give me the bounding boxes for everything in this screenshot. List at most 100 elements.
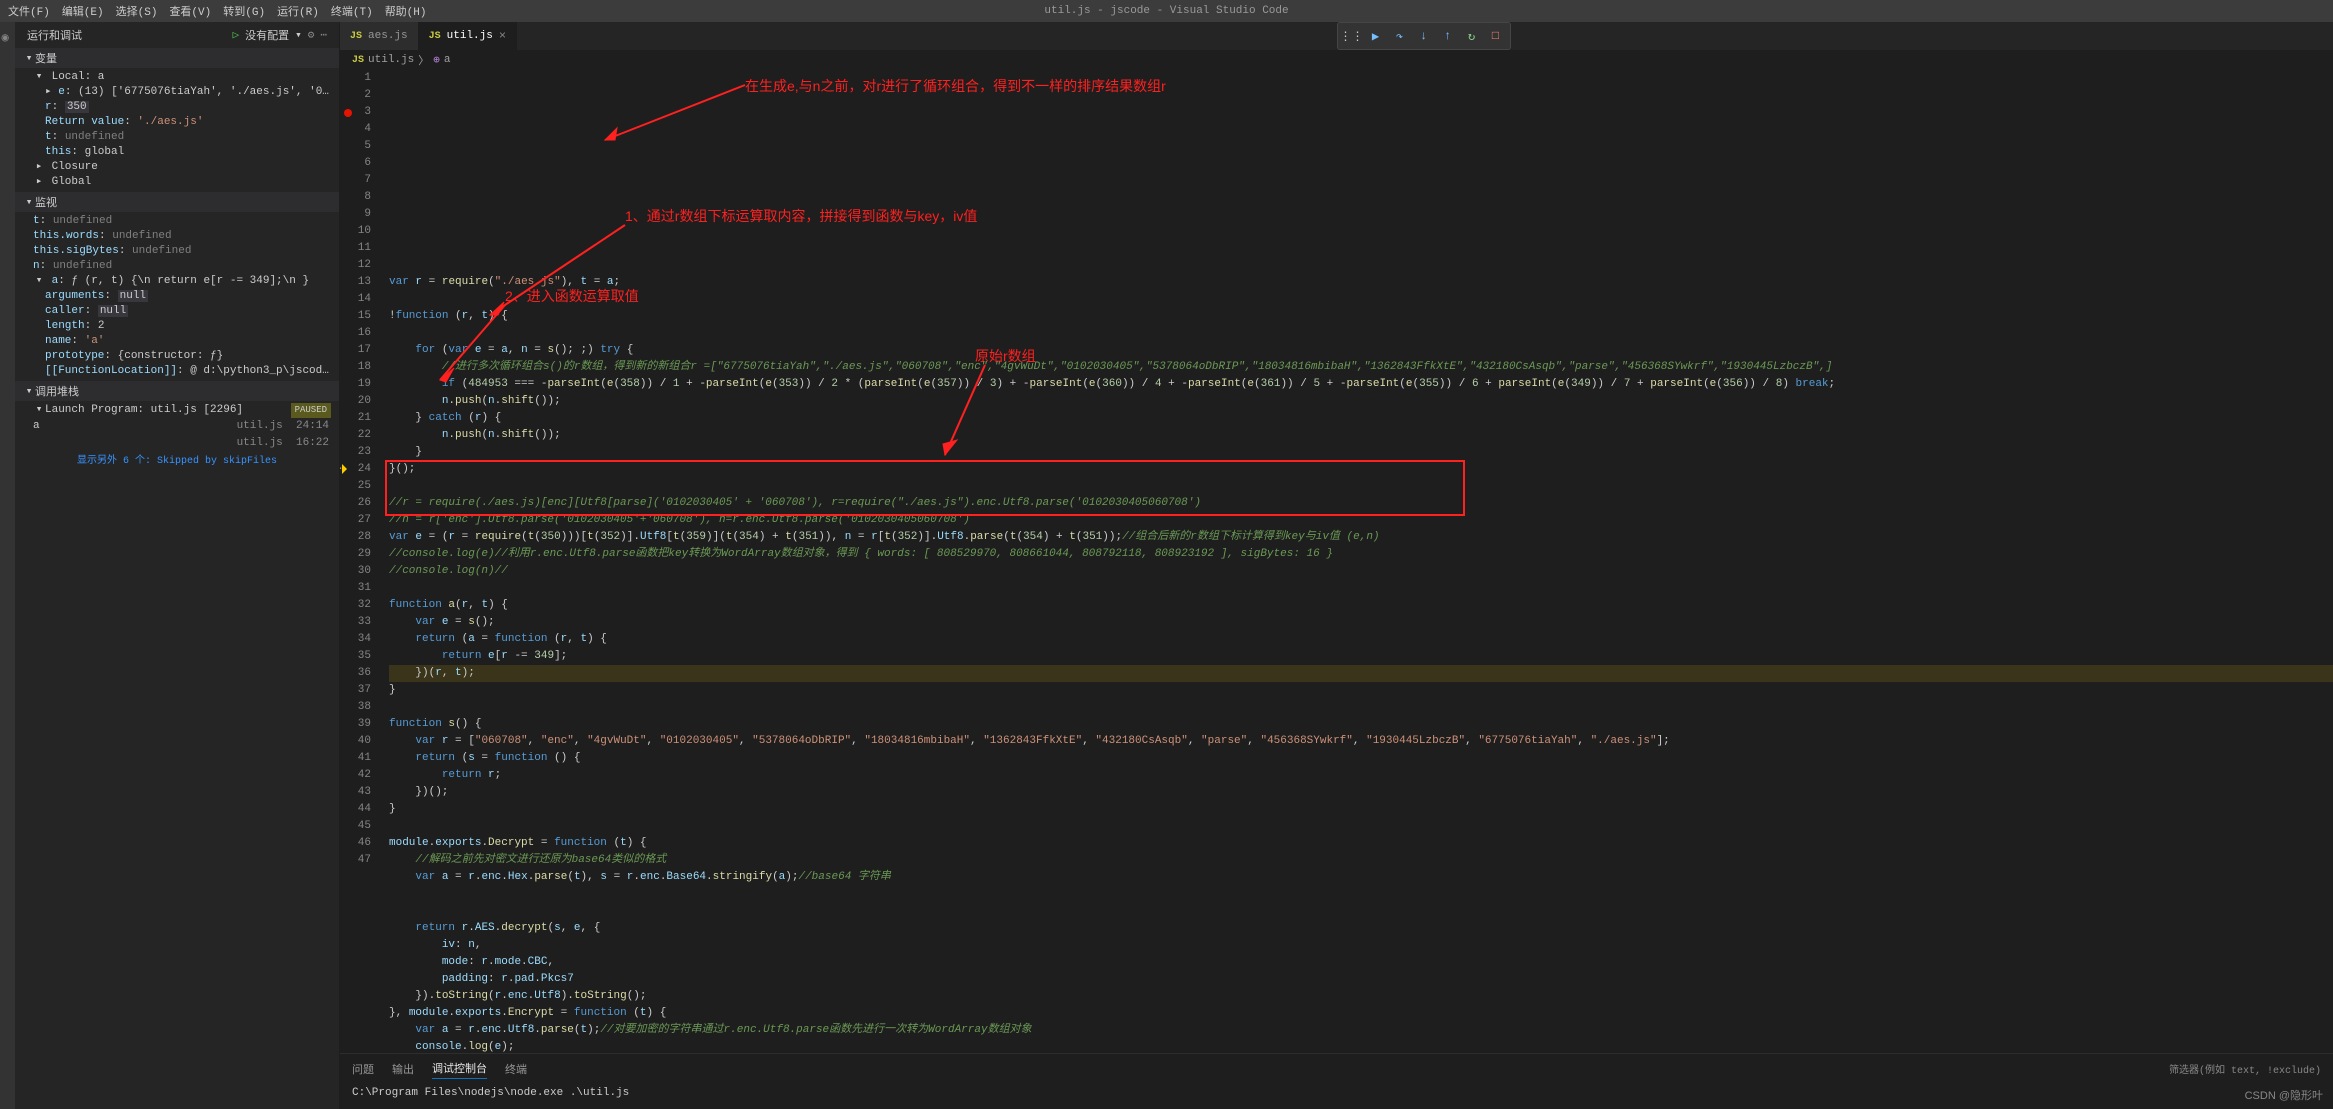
code-line[interactable]: var e = (r = require(t(350)))[t(352)].Ut…: [389, 529, 2333, 546]
code-line[interactable]: //进行多次循环组合s()的r数组，得到新的新组合r =["6775076tia…: [389, 359, 2333, 376]
code-line[interactable]: } catch (r) {: [389, 410, 2333, 427]
panel-tab[interactable]: 输出: [392, 1059, 414, 1079]
watch-row[interactable]: ▾ a: ƒ (r, t) {\n return e[r -= 349];\n …: [15, 274, 339, 289]
code-line[interactable]: return (a = function (r, t) {: [389, 631, 2333, 648]
code-line[interactable]: !function (r, t) {: [389, 308, 2333, 325]
code-line[interactable]: return (s = function () {: [389, 750, 2333, 767]
chevron-down-icon[interactable]: ▾: [295, 28, 302, 42]
skip-files-link[interactable]: 显示另外 6 个: Skipped by skipFiles: [15, 452, 339, 471]
editor-tab[interactable]: JSutil.js×: [419, 22, 517, 50]
code-line[interactable]: [389, 580, 2333, 597]
watch-row[interactable]: this.words: undefined: [15, 229, 339, 244]
code-line[interactable]: }();: [389, 461, 2333, 478]
watch-child-row[interactable]: prototype: {constructor: ƒ}: [15, 349, 339, 364]
code-line[interactable]: })();: [389, 784, 2333, 801]
watch-row[interactable]: t: undefined: [15, 214, 339, 229]
code-line[interactable]: [389, 478, 2333, 495]
debug-console-output[interactable]: C:\Program Files\nodejs\node.exe .\util.…: [340, 1083, 2333, 1103]
code-line[interactable]: }).toString(r.enc.Utf8).toString();: [389, 988, 2333, 1005]
code-line[interactable]: //n = r['enc'].Utf8.parse('0102030405'+'…: [389, 512, 2333, 529]
gear-icon[interactable]: ⚙: [308, 28, 315, 42]
play-icon[interactable]: ▷: [233, 28, 240, 42]
code-line[interactable]: })(r, t);: [389, 665, 2333, 682]
code-line[interactable]: module.exports.Decrypt = function (t) {: [389, 835, 2333, 852]
breadcrumb-file[interactable]: util.js: [368, 54, 414, 66]
scope-row[interactable]: ▾ Local: a: [15, 70, 339, 85]
scope-row[interactable]: ▸ Global: [15, 175, 339, 190]
code-body[interactable]: 在生成e,与n之前，对r进行了循环组合，得到不一样的排序结果数组r 1、通过r数…: [385, 70, 2333, 1053]
code-line[interactable]: [389, 903, 2333, 920]
code-line[interactable]: if (484953 === -parseInt(e(358)) / 1 + -…: [389, 376, 2333, 393]
code-line[interactable]: var e = s();: [389, 614, 2333, 631]
program-name[interactable]: Launch Program: util.js [2296]: [45, 404, 243, 416]
step-out-icon[interactable]: ↑: [1440, 28, 1456, 44]
code-line[interactable]: //r = require(./aes.js)[enc][Utf8[parse]…: [389, 495, 2333, 512]
code-line[interactable]: for (var e = a, n = s(); ;) try {: [389, 342, 2333, 359]
code-line[interactable]: //console.log(n)//: [389, 563, 2333, 580]
scope-row[interactable]: ▸ Closure: [15, 160, 339, 175]
variables-section-header[interactable]: ▾变量: [15, 48, 339, 68]
variable-row[interactable]: t: undefined: [15, 130, 339, 145]
panel-tab[interactable]: 终端: [505, 1059, 527, 1079]
watch-child-row[interactable]: name: 'a': [15, 334, 339, 349]
code-line[interactable]: [389, 699, 2333, 716]
step-into-icon[interactable]: ↓: [1416, 28, 1432, 44]
code-line[interactable]: mode: r.mode.CBC,: [389, 954, 2333, 971]
code-line[interactable]: return e[r -= 349];: [389, 648, 2333, 665]
code-line[interactable]: padding: r.pad.Pkcs7: [389, 971, 2333, 988]
callstack-frame[interactable]: util.js 16:22: [15, 435, 339, 452]
code-line[interactable]: [389, 818, 2333, 835]
watch-child-row[interactable]: length: 2: [15, 319, 339, 334]
watch-section-header[interactable]: ▾监视: [15, 192, 339, 212]
code-line[interactable]: var a = r.enc.Utf8.parse(t);//对要加密的字符串通过…: [389, 1022, 2333, 1039]
gutter[interactable]: 1234567891011121314151617181920212223▷24…: [340, 70, 385, 1053]
code-line[interactable]: }, module.exports.Encrypt = function (t)…: [389, 1005, 2333, 1022]
menu-item[interactable]: 文件(F): [8, 3, 50, 19]
variable-row[interactable]: this: global: [15, 145, 339, 160]
panel-tab[interactable]: 调试控制台: [432, 1058, 487, 1079]
filter-input[interactable]: 筛选器(例如 text, !exclude): [2169, 1061, 2321, 1077]
code-line[interactable]: var r = require("./aes.js"), t = a;: [389, 274, 2333, 291]
code-line[interactable]: console.log(e);: [389, 1039, 2333, 1053]
menu-item[interactable]: 运行(R): [277, 3, 319, 19]
menu-item[interactable]: 转到(G): [223, 3, 265, 19]
code-line[interactable]: var r = ["060708", "enc", "4gvWuDt", "01…: [389, 733, 2333, 750]
watch-child-row[interactable]: [[FunctionLocation]]: @ d:\python3_p\jsc…: [15, 364, 339, 379]
variable-row[interactable]: Return value: './aes.js': [15, 115, 339, 130]
editor-tab[interactable]: JSaes.js: [340, 22, 419, 50]
code-line[interactable]: }: [389, 444, 2333, 461]
watch-row[interactable]: this.sigBytes: undefined: [15, 244, 339, 259]
code-line[interactable]: function s() {: [389, 716, 2333, 733]
activity-badge[interactable]: ◉: [2, 30, 14, 42]
code-line[interactable]: var a = r.enc.Hex.parse(t), s = r.enc.Ba…: [389, 869, 2333, 886]
menu-item[interactable]: 选择(S): [116, 3, 158, 19]
code-line[interactable]: [389, 291, 2333, 308]
code-line[interactable]: [389, 886, 2333, 903]
step-over-icon[interactable]: ↷: [1392, 28, 1408, 44]
continue-icon[interactable]: ▶: [1368, 28, 1384, 44]
grip-icon[interactable]: ⋮⋮: [1344, 28, 1360, 44]
code-line[interactable]: //console.log(e)//利用r.enc.Utf8.parse函数把k…: [389, 546, 2333, 563]
watch-child-row[interactable]: caller: null: [15, 304, 339, 319]
code-container[interactable]: 1234567891011121314151617181920212223▷24…: [340, 70, 2333, 1053]
code-line[interactable]: n.push(n.shift());: [389, 393, 2333, 410]
code-line[interactable]: return r.AES.decrypt(s, e, {: [389, 920, 2333, 937]
panel-tab[interactable]: 问题: [352, 1059, 374, 1079]
variable-row[interactable]: ▸ e: (13) ['6775076tiaYah', './aes.js', …: [15, 85, 339, 100]
menu-item[interactable]: 帮助(H): [385, 3, 427, 19]
ellipsis-icon[interactable]: ⋯: [320, 28, 327, 42]
menu-item[interactable]: 查看(V): [169, 3, 211, 19]
close-icon[interactable]: ×: [499, 29, 506, 43]
code-line[interactable]: }: [389, 682, 2333, 699]
breadcrumb[interactable]: JS util.js 〉 ⊕ a: [340, 50, 2333, 70]
code-line[interactable]: [389, 325, 2333, 342]
menu-item[interactable]: 终端(T): [331, 3, 373, 19]
stop-icon[interactable]: □: [1488, 28, 1504, 44]
code-line[interactable]: n.push(n.shift());: [389, 427, 2333, 444]
callstack-section-header[interactable]: ▾调用堆栈: [15, 381, 339, 401]
callstack-frame[interactable]: autil.js 24:14: [15, 418, 339, 435]
code-line[interactable]: }: [389, 801, 2333, 818]
code-line[interactable]: function a(r, t) {: [389, 597, 2333, 614]
menu-item[interactable]: 编辑(E): [62, 3, 104, 19]
code-line[interactable]: iv: n,: [389, 937, 2333, 954]
